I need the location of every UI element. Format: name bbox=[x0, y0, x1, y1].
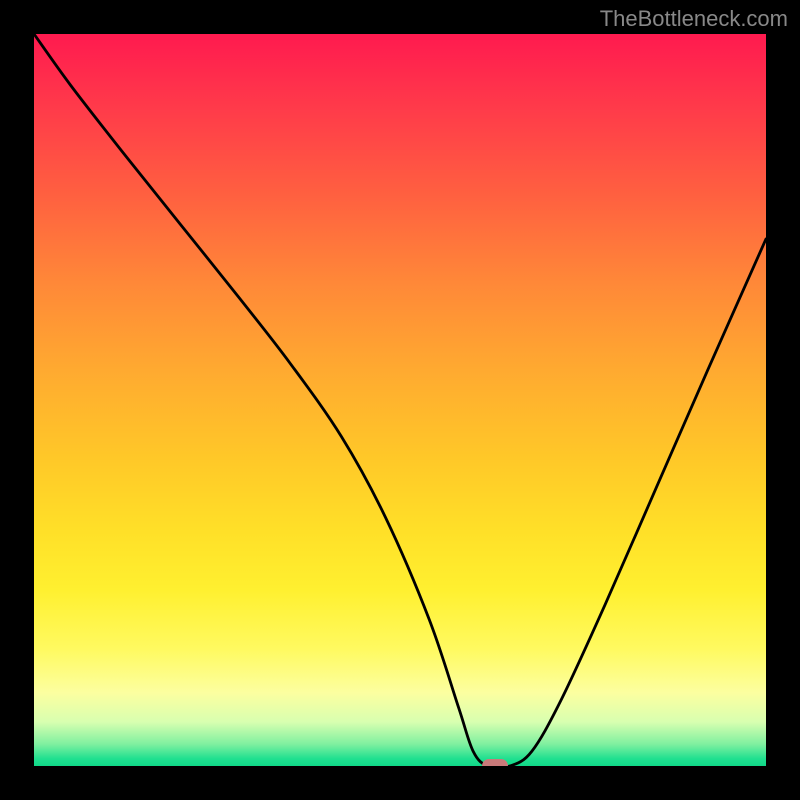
bottleneck-curve-path bbox=[34, 34, 766, 766]
watermark-label: TheBottleneck.com bbox=[600, 6, 788, 32]
bottleneck-chart bbox=[34, 34, 766, 766]
optimal-point-marker bbox=[482, 759, 508, 766]
chart-curve-svg bbox=[34, 34, 766, 766]
